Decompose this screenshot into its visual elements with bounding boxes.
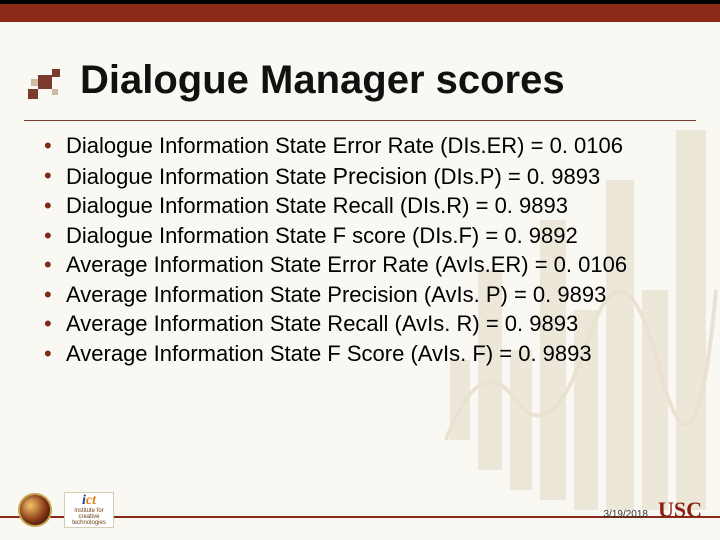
footer-date: 3/19/2018 xyxy=(603,509,648,520)
list-item: Dialogue Information State Recall (DIs.R… xyxy=(40,192,680,220)
seal-icon xyxy=(18,493,52,527)
list-item: Average Information State F Score (AvIs.… xyxy=(40,340,680,368)
list-item: Dialogue Information State Precision (DI… xyxy=(40,162,680,191)
title-bullet-icon xyxy=(28,65,68,105)
footer-right: 3/19/2018 USC xyxy=(603,497,702,523)
ict-logo: ict institute for creative technologies xyxy=(64,492,114,528)
list-item: Average Information State Precision (AvI… xyxy=(40,281,680,309)
list-item: Average Information State Recall (AvIs. … xyxy=(40,310,680,338)
footer-logos: ict institute for creative technologies xyxy=(18,492,114,528)
top-bar xyxy=(0,0,720,22)
list-item: Dialogue Information State F score (DIs.… xyxy=(40,222,680,250)
bullet-list: Dialogue Information State Error Rate (D… xyxy=(40,132,680,367)
content-area: Dialogue Information State Error Rate (D… xyxy=(40,132,680,369)
list-item: Dialogue Information State Error Rate (D… xyxy=(40,132,680,160)
slide-title: Dialogue Manager scores xyxy=(80,58,565,103)
usc-logo: USC xyxy=(658,497,702,523)
list-item: Average Information State Error Rate (Av… xyxy=(40,251,680,279)
footer: ict institute for creative technologies … xyxy=(0,484,720,540)
title-rule xyxy=(24,120,696,121)
